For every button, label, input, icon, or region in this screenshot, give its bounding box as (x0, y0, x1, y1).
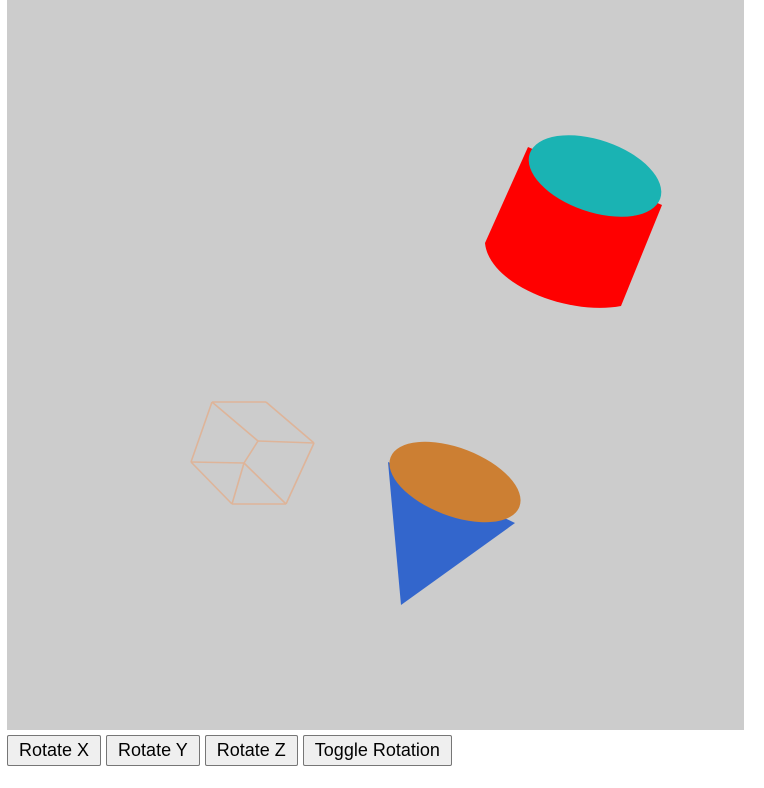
rotate-x-button[interactable]: Rotate X (7, 735, 102, 766)
toggle-rotation-button[interactable]: Toggle Rotation (302, 735, 452, 766)
3d-canvas[interactable] (7, 0, 744, 730)
rotate-z-button[interactable]: Rotate Z (204, 735, 298, 766)
page: Rotate X Rotate Y Rotate Z Toggle Rotati… (0, 0, 764, 788)
rotate-y-button[interactable]: Rotate Y (106, 735, 200, 766)
wireframe-cube (190, 401, 315, 505)
scene-svg (190, 135, 662, 605)
cylinder (485, 135, 662, 308)
cone (388, 441, 521, 605)
control-bar: Rotate X Rotate Y Rotate Z Toggle Rotati… (7, 735, 452, 766)
